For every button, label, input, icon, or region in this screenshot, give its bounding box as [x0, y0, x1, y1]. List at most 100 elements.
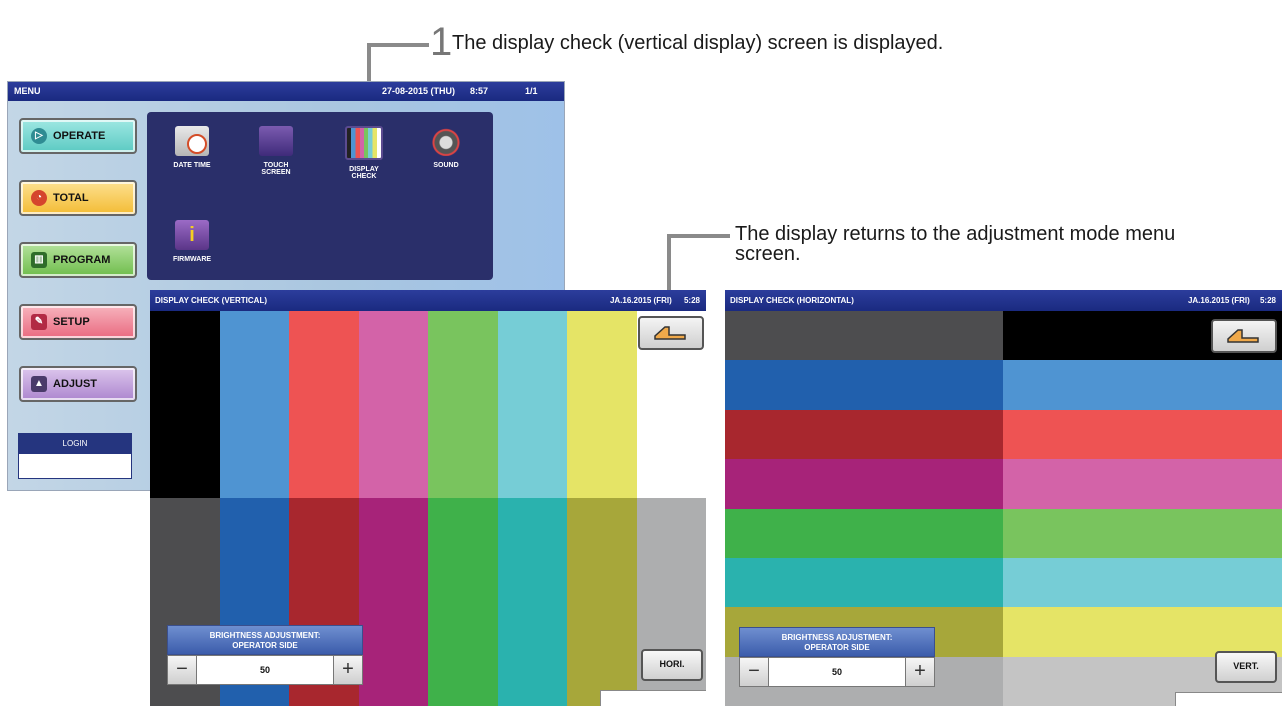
color-row-left — [725, 311, 1003, 361]
color-bar-bottom — [428, 498, 498, 706]
hori-button[interactable]: HORI. — [641, 649, 703, 681]
total-label: TOTAL — [53, 192, 89, 204]
total-button[interactable]: ◔ TOTAL — [19, 180, 137, 216]
leader-line-h2 — [667, 234, 730, 238]
brightness-plus-button[interactable]: + — [334, 656, 362, 684]
color-bar-bottom — [358, 498, 429, 706]
vertical-title: DISPLAY CHECK (VERTICAL) — [155, 296, 268, 305]
color-bar-bottom — [567, 498, 637, 706]
brightness-plus-button[interactable]: + — [906, 658, 934, 686]
brightness-minus-button[interactable]: − — [740, 658, 768, 686]
touch-screen-label-1: TOUCH — [263, 162, 289, 169]
date-time-tile[interactable]: DATE TIME — [157, 126, 227, 169]
login-box[interactable]: LOGIN — [18, 433, 132, 479]
step1-caption: The display check (vertical display) scr… — [452, 32, 944, 54]
back-button[interactable] — [638, 316, 704, 350]
menu-time: 8:57 — [470, 86, 489, 96]
info-icon: i — [175, 220, 209, 250]
horizontal-title: DISPLAY CHECK (HORIZONTAL) — [730, 296, 854, 305]
horizontal-time: 5:28 — [1259, 296, 1276, 305]
brightness-minus-button[interactable]: − — [168, 656, 196, 684]
clock-icon: ◔ — [31, 190, 47, 206]
sound-tile[interactable]: SOUND — [411, 126, 481, 169]
date-time-label: DATE TIME — [173, 162, 211, 169]
horizontal-brightness-control: BRIGHTNESS ADJUSTMENT: OPERATOR SIDE − 5… — [739, 627, 935, 687]
sound-label: SOUND — [433, 162, 459, 169]
firmware-label: FIRMWARE — [172, 256, 212, 263]
color-row-left — [725, 459, 1003, 510]
play-icon: ▷ — [31, 128, 47, 144]
wrench-icon: ✎ — [31, 314, 47, 330]
display-check-tile[interactable]: DISPLAY CHECK — [329, 126, 399, 180]
menu-title: MENU — [14, 86, 41, 96]
vertical-brightness-control: BRIGHTNESS ADJUSTMENT: OPERATOR SIDE − 5… — [167, 625, 363, 685]
program-button[interactable]: ▥ PROGRAM — [19, 242, 137, 278]
color-row-right — [1003, 508, 1282, 559]
menu-datetime: 27-08-2015 (THU) — [382, 86, 456, 96]
brightness-title: BRIGHTNESS ADJUSTMENT: OPERATOR SIDE — [739, 627, 935, 657]
color-bar-top — [428, 311, 498, 498]
vertical-screen: DISPLAY CHECK (VERTICAL) JA.16.2015 (FRI… — [150, 290, 706, 706]
leader-line-h — [367, 43, 429, 47]
brightness-value: 50 — [196, 656, 334, 684]
color-row-left — [725, 360, 1003, 411]
color-bar-top — [567, 311, 637, 498]
speaker-icon — [429, 126, 463, 156]
color-row-right — [1003, 557, 1282, 608]
brightness-row: − 50 + — [167, 655, 363, 685]
return-arrow-icon — [1227, 329, 1259, 343]
color-bar-top — [289, 311, 359, 498]
horizontal-screen: DISPLAY CHECK (HORIZONTAL) JA.16.2015 (F… — [725, 290, 1282, 706]
adjust-icon: ▲ — [31, 376, 47, 392]
back-button-horizontal[interactable] — [1211, 319, 1277, 353]
setup-label: SETUP — [53, 316, 90, 328]
step-number: 1 — [430, 20, 453, 64]
brightness-row: − 50 + — [739, 657, 935, 687]
color-row-right — [1003, 409, 1282, 460]
vert-button[interactable]: VERT. — [1215, 651, 1277, 683]
calendar-clock-icon — [175, 126, 209, 156]
brightness-title-line2: OPERATOR SIDE — [804, 643, 870, 652]
color-bar-top — [497, 311, 568, 498]
color-bar-top — [219, 311, 290, 498]
color-row-right — [1003, 607, 1282, 658]
brightness-title-line2: OPERATOR SIDE — [232, 641, 298, 650]
return-caption-line1: The display returns to the adjustment mo… — [735, 223, 1176, 245]
brightness-value: 50 — [768, 658, 906, 686]
display-check-label-1: DISPLAY — [349, 166, 379, 173]
vertical-titlebar: DISPLAY CHECK (VERTICAL) JA.16.2015 (FRI… — [150, 290, 706, 311]
color-bar-bottom — [497, 498, 568, 706]
book-icon: ▥ — [31, 252, 47, 268]
adjust-label: ADJUST — [53, 378, 98, 390]
color-bar-top — [150, 311, 220, 498]
brightness-title-line1: BRIGHTNESS ADJUSTMENT: — [781, 633, 893, 642]
horizontal-titlebar: DISPLAY CHECK (HORIZONTAL) JA.16.2015 (F… — [725, 290, 1282, 311]
operate-button[interactable]: ▷ OPERATE — [19, 118, 137, 154]
vertical-time: 5:28 — [683, 296, 700, 305]
menu-titlebar: MENU 27-08-2015 (THU) 8:57 1/1 — [8, 82, 564, 101]
color-row-left — [725, 508, 1003, 559]
touch-screen-label-2: SCREEN — [261, 169, 291, 176]
return-caption-line2: screen. — [735, 243, 801, 265]
return-arrow-icon — [654, 326, 686, 340]
touch-screen-icon — [259, 126, 293, 156]
brightness-title: BRIGHTNESS ADJUSTMENT: OPERATOR SIDE — [167, 625, 363, 655]
display-check-icon — [345, 126, 383, 160]
color-row-right — [1003, 459, 1282, 510]
display-check-label-2: CHECK — [351, 173, 377, 180]
vertical-datetime: JA.16.2015 (FRI) 5:28 — [610, 296, 700, 305]
login-label: LOGIN — [19, 434, 131, 454]
operate-label: OPERATE — [53, 130, 106, 142]
setup-button[interactable]: ✎ SETUP — [19, 304, 137, 340]
brightness-title-line1: BRIGHTNESS ADJUSTMENT: — [209, 631, 321, 640]
program-label: PROGRAM — [53, 254, 111, 266]
color-row-left — [725, 557, 1003, 608]
status-box — [600, 690, 706, 706]
adjust-button[interactable]: ▲ ADJUST — [19, 366, 137, 402]
firmware-tile[interactable]: i FIRMWARE — [157, 220, 227, 263]
vertical-date: JA.16.2015 (FRI) — [609, 296, 672, 305]
menu-page-indicator: 1/1 — [525, 86, 538, 96]
status-box — [1175, 692, 1282, 706]
horizontal-date: JA.16.2015 (FRI) — [1187, 296, 1250, 305]
touch-screen-tile[interactable]: TOUCH SCREEN — [241, 126, 311, 176]
